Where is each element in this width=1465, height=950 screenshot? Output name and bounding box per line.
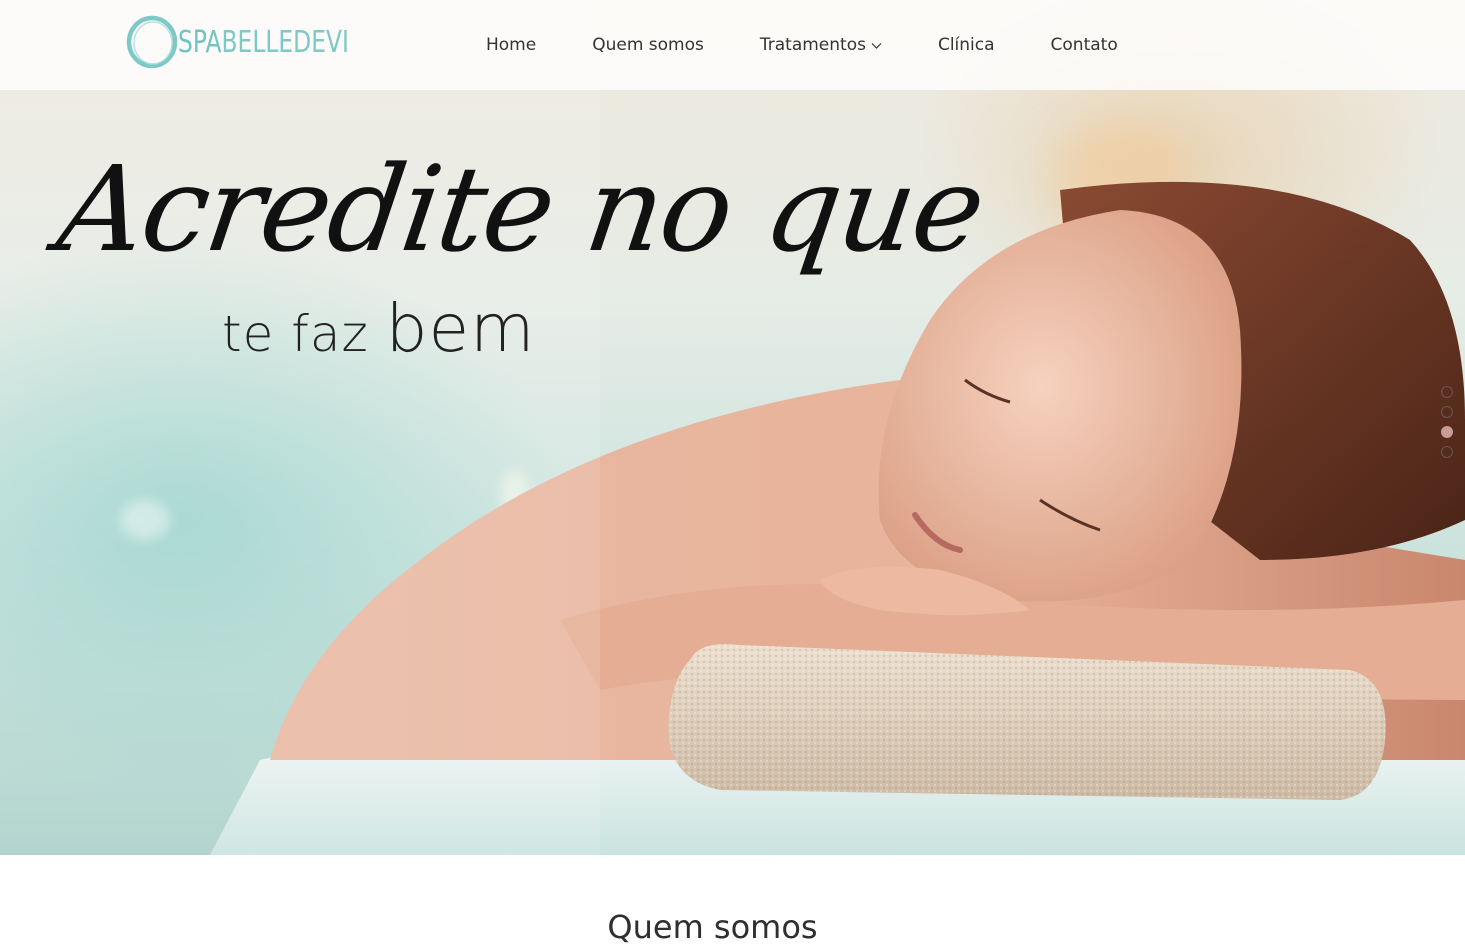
logo-text-spa: SPA bbox=[178, 24, 222, 60]
nav-item-contato[interactable]: Contato bbox=[1051, 35, 1118, 55]
logo-text-belledevi: BELLEDEVI bbox=[221, 24, 349, 60]
hero-headline-sub: te faz bem bbox=[222, 290, 535, 367]
hero-headline-sub-b: bem bbox=[385, 290, 536, 367]
site-header: SPABELLEDEVI Home Quem somos Tratamentos… bbox=[0, 0, 1465, 90]
slider-dot-4[interactable] bbox=[1441, 446, 1453, 458]
section-title-quem-somos: Quem somos bbox=[607, 908, 818, 946]
logo-ring-icon bbox=[126, 15, 178, 69]
hero-headline-sub-a: te faz bbox=[222, 305, 369, 363]
nav-item-clinica[interactable]: Clínica bbox=[938, 35, 995, 55]
chevron-down-icon bbox=[871, 42, 882, 49]
nav-item-quem-somos[interactable]: Quem somos bbox=[592, 35, 704, 55]
slider-dot-3-active[interactable] bbox=[1441, 426, 1453, 438]
slider-dot-1[interactable] bbox=[1441, 386, 1453, 398]
main-nav: Home Quem somos Tratamentos Clínica Cont… bbox=[486, 0, 1118, 90]
slider-dots bbox=[1441, 386, 1457, 466]
nav-item-tratamentos-label: Tratamentos bbox=[759, 35, 866, 55]
nav-item-home[interactable]: Home bbox=[486, 35, 536, 55]
hero-photo bbox=[0, 0, 1465, 855]
hero-banner: Acredite no que te faz bem bbox=[0, 0, 1465, 855]
slider-dot-2[interactable] bbox=[1441, 406, 1453, 418]
site-logo[interactable]: SPABELLEDEVI bbox=[124, 12, 397, 72]
nav-item-tratamentos[interactable]: Tratamentos bbox=[760, 35, 882, 55]
hero-headline-script: Acredite no que bbox=[50, 140, 992, 278]
logo-wordmark: SPABELLEDEVI bbox=[178, 25, 349, 60]
